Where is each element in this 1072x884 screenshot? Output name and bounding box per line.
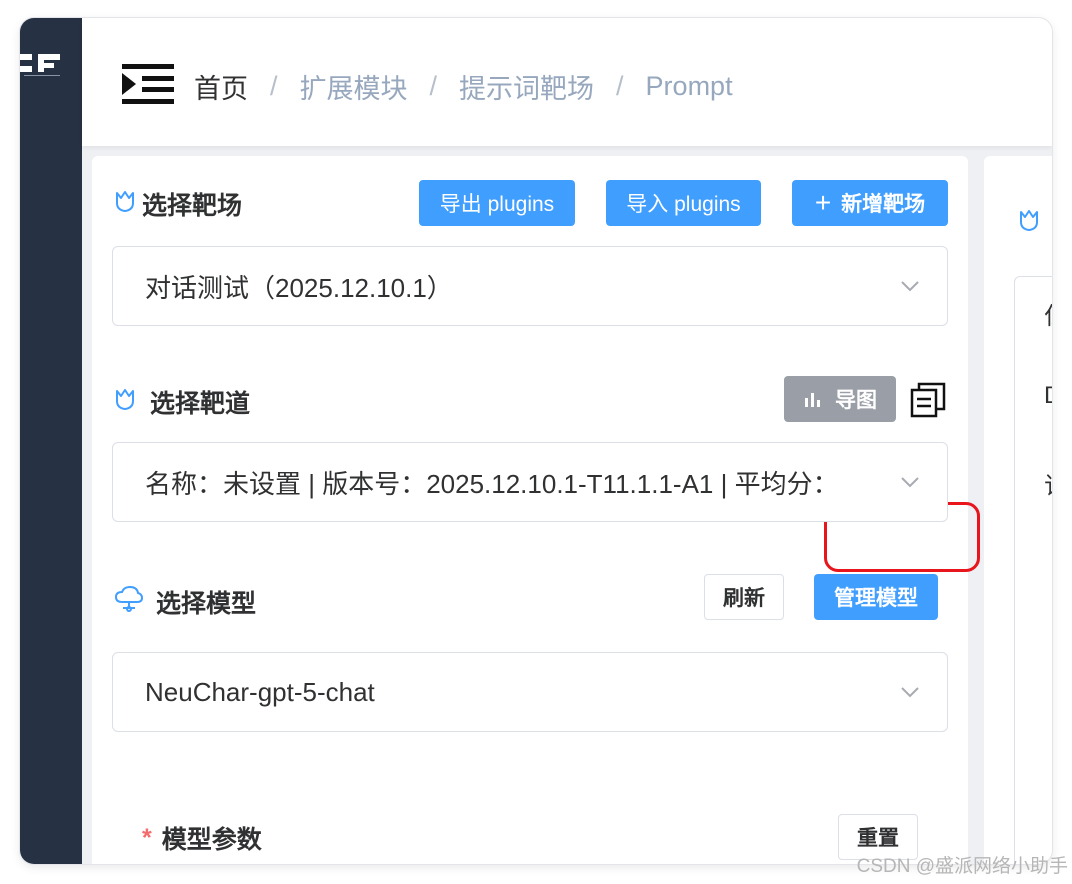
import-plugins-button[interactable]: 导入 plugins: [606, 180, 761, 226]
model-select-value: NeuChar-gpt-5-chat: [145, 676, 375, 707]
app-window: 首页 / 扩展模块 / 提示词靶场 / Prompt 选择靶场 导出 plugi…: [20, 18, 1052, 864]
right-panel: 仁 D 订: [984, 156, 1052, 864]
add-range-label: 新增靶场: [841, 193, 926, 216]
right-panel-text: 订: [1044, 466, 1052, 501]
left-config-panel: 选择靶场 导出 plugins 导入 plugins + 新增靶场 对话测试（2…: [92, 156, 980, 864]
chevron-down-icon: [901, 477, 919, 488]
breadcrumb-separator: /: [270, 70, 278, 101]
select-model-title: 选择模型: [114, 584, 256, 620]
breadcrumb-extensions[interactable]: 扩展模块: [300, 67, 408, 106]
plus-icon: +: [814, 187, 832, 218]
select-range-label: 选择靶场: [142, 192, 243, 220]
top-navbar: 首页 / 扩展模块 / 提示词靶场 / Prompt: [82, 18, 1052, 146]
chevron-down-icon: [901, 281, 919, 292]
breadcrumb-separator: /: [616, 70, 624, 101]
lane-select-value: 名称：未设置 | 版本号：2025.12.10.1-T11.1.1-A1 | 平…: [145, 468, 839, 499]
breadcrumb-home[interactable]: 首页: [194, 67, 248, 106]
manage-models-button[interactable]: 管理模型: [814, 574, 938, 620]
select-range-title: 选择靶场: [114, 186, 242, 222]
breadcrumb-separator: /: [429, 70, 438, 101]
breadcrumb: 首页 / 扩展模块 / 提示词靶场 / Prompt: [194, 66, 733, 106]
required-mark: *: [142, 823, 152, 852]
copy-icon[interactable]: [910, 382, 946, 418]
bar-chart-icon: [805, 393, 820, 407]
select-model-label: 选择模型: [156, 590, 257, 618]
export-plugins-button[interactable]: 导出 plugins: [419, 180, 575, 226]
menu-toggle-icon[interactable]: [122, 64, 174, 104]
model-params-label: 模型参数: [161, 826, 262, 854]
lane-target-icon: [114, 387, 136, 418]
watermark: CSDN @盛派网络小助手: [856, 856, 1068, 877]
chevron-down-icon: [901, 687, 919, 698]
select-lane-label: 选择靶道: [150, 390, 251, 418]
select-lane-title: 选择靶道: [114, 384, 250, 420]
sidebar: [20, 18, 82, 864]
refresh-button[interactable]: 刷新: [704, 574, 784, 620]
model-select[interactable]: NeuChar-gpt-5-chat: [112, 652, 948, 732]
model-params-title: * 模型参数: [142, 820, 262, 856]
breadcrumb-prompt-range[interactable]: 提示词靶场: [459, 67, 594, 106]
right-panel-box: [1014, 276, 1052, 864]
right-panel-text: 仁: [1044, 296, 1052, 331]
cloud-model-icon: [114, 585, 144, 619]
range-target-icon: [114, 189, 136, 220]
logo-icon: [20, 44, 64, 80]
breadcrumb-prompt: Prompt: [645, 70, 733, 101]
add-range-button[interactable]: + 新增靶场: [792, 180, 948, 226]
lane-select[interactable]: 名称：未设置 | 版本号：2025.12.10.1-T11.1.1-A1 | 平…: [112, 442, 948, 522]
range-select[interactable]: 对话测试（2025.12.10.1）: [112, 246, 948, 326]
mind-map-label: 导图: [835, 389, 877, 412]
range-select-value: 对话测试（2025.12.10.1）: [145, 272, 453, 303]
right-panel-text: D: [1044, 382, 1052, 410]
mind-map-button[interactable]: 导图: [784, 376, 896, 422]
right-panel-icon: [1018, 208, 1040, 237]
